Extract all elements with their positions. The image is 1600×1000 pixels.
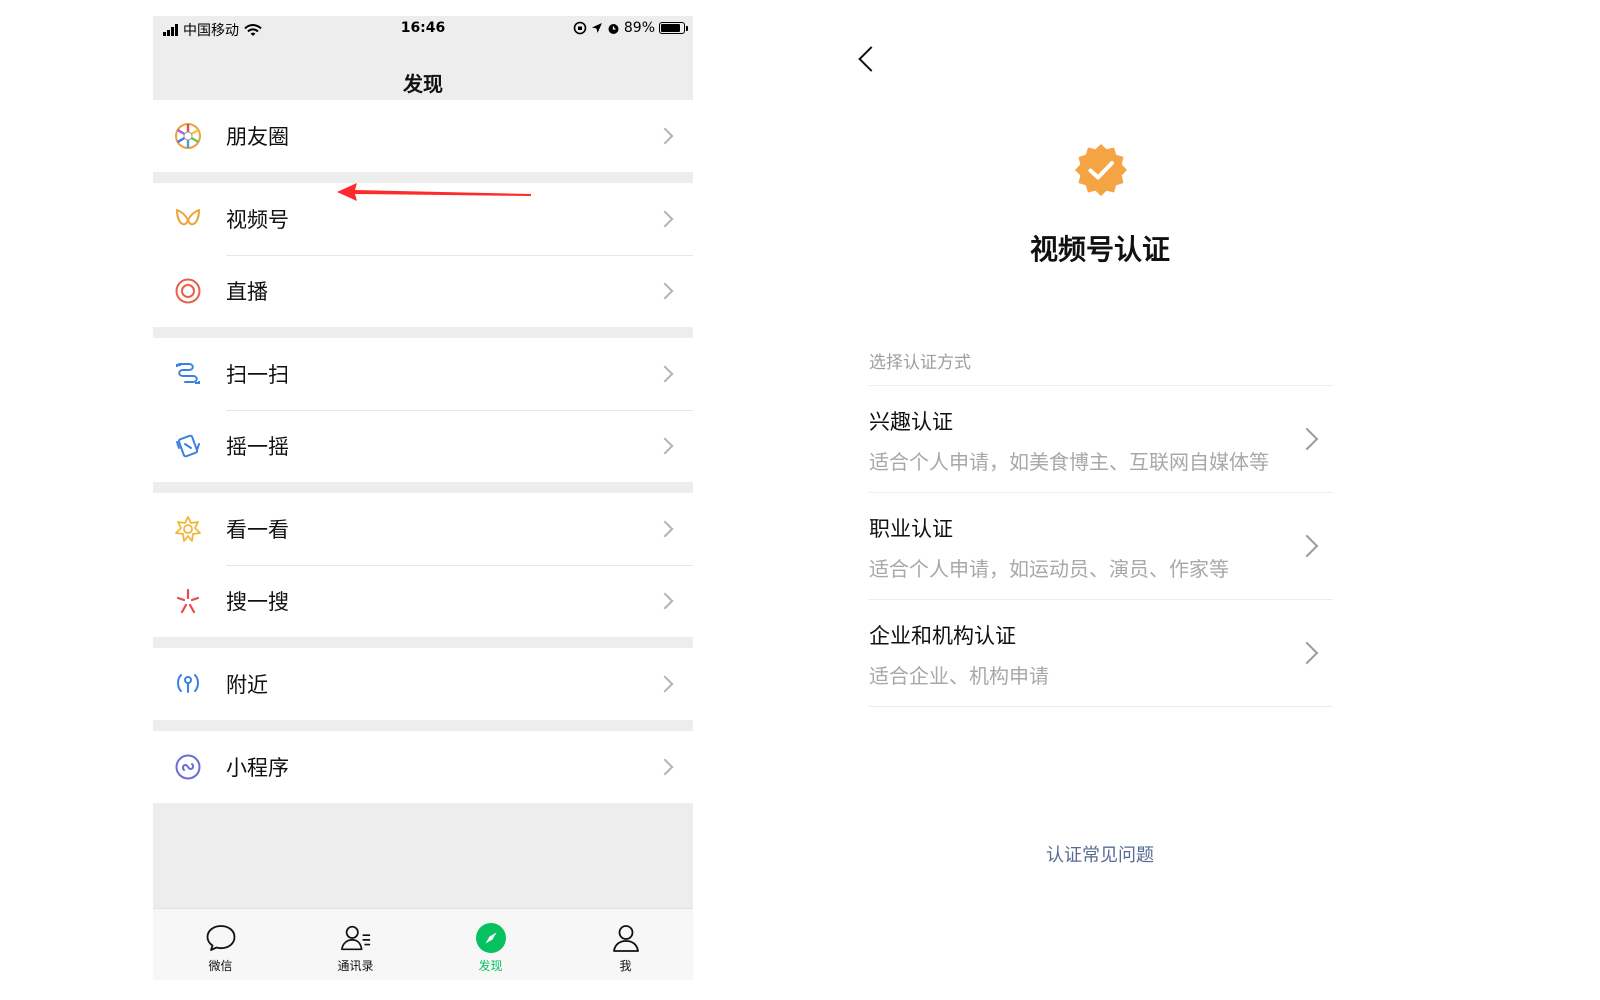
option-desc: 适合个人申请，如美食博主、互联网自媒体等 bbox=[869, 450, 1269, 474]
contacts-icon bbox=[340, 922, 372, 954]
menu-item-shake[interactable]: 摇一摇 bbox=[153, 410, 693, 482]
chevron-right-icon bbox=[656, 210, 674, 228]
chevron-right-icon bbox=[656, 758, 674, 776]
option-title: 企业和机构认证 bbox=[869, 624, 1016, 648]
chevron-right-icon bbox=[656, 127, 674, 145]
discover-screen: 中国移动 16:46 89% 发现 朋友圈 视频号 直播 扫一扫 摇一摇 看一看… bbox=[153, 16, 693, 980]
menu-item-channels[interactable]: 视频号 bbox=[153, 183, 693, 255]
menu-item-label: 小程序 bbox=[226, 756, 289, 780]
battery-icon bbox=[659, 22, 688, 34]
menu-item-label: 摇一摇 bbox=[226, 435, 289, 459]
orientation-lock-icon bbox=[573, 21, 587, 35]
location-icon bbox=[591, 23, 602, 33]
battery-fill bbox=[661, 24, 680, 32]
menu-item-label: 扫一扫 bbox=[226, 363, 289, 387]
faq-link[interactable]: 认证常见问题 bbox=[900, 841, 1300, 867]
menu-item-scan[interactable]: 扫一扫 bbox=[153, 338, 693, 410]
option-professional-verification[interactable]: 职业认证 适合个人申请，如运动员、演员、作家等 bbox=[869, 493, 1333, 600]
menu-item-label: 直播 bbox=[226, 280, 268, 304]
chevron-right-icon bbox=[1295, 427, 1319, 451]
menu-item-label: 视频号 bbox=[226, 208, 289, 232]
tab-label: 微信 bbox=[208, 959, 233, 973]
option-desc: 适合企业、机构申请 bbox=[869, 664, 1049, 688]
shake-icon bbox=[173, 431, 203, 461]
annotation-arrow-icon bbox=[337, 183, 531, 201]
menu-group: 看一看 搜一搜 bbox=[153, 493, 693, 637]
menu-group: 朋友圈 bbox=[153, 100, 693, 172]
menu-item-search[interactable]: 搜一搜 bbox=[153, 565, 693, 637]
menu-item-live[interactable]: 直播 bbox=[153, 255, 693, 327]
section-label: 选择认证方式 bbox=[869, 353, 971, 373]
tab-bar: 微信 通讯录 发现 我 bbox=[153, 908, 693, 980]
option-desc: 适合个人申请，如运动员、演员、作家等 bbox=[869, 557, 1229, 581]
moments-icon bbox=[173, 121, 203, 151]
tab-label: 我 bbox=[619, 959, 632, 973]
menu-group: 小程序 bbox=[153, 731, 693, 803]
chevron-right-icon bbox=[656, 675, 674, 693]
alarm-icon bbox=[608, 23, 619, 34]
chevron-right-icon bbox=[1295, 641, 1319, 665]
verified-badge-icon bbox=[1075, 144, 1127, 196]
menu-item-nearby[interactable]: 附近 bbox=[153, 648, 693, 720]
option-organization-verification[interactable]: 企业和机构认证 适合企业、机构申请 bbox=[869, 600, 1333, 707]
battery-percent: 89% bbox=[623, 20, 655, 36]
tab-label: 发现 bbox=[478, 959, 503, 973]
chevron-right-icon bbox=[656, 282, 674, 300]
menu-item-top-stories[interactable]: 看一看 bbox=[153, 493, 693, 565]
live-icon bbox=[173, 276, 203, 306]
chevron-right-icon bbox=[656, 365, 674, 383]
option-interest-verification[interactable]: 兴趣认证 适合个人申请，如美食博主、互联网自媒体等 bbox=[869, 386, 1333, 493]
discover-menu: 朋友圈 视频号 直播 扫一扫 摇一摇 看一看 搜一搜 附近 小程序 bbox=[153, 100, 693, 814]
tab-me[interactable]: 我 bbox=[558, 909, 693, 980]
menu-item-label: 搜一搜 bbox=[226, 590, 289, 614]
person-icon bbox=[610, 922, 642, 954]
chevron-right-icon bbox=[656, 437, 674, 455]
scan-icon bbox=[173, 359, 203, 389]
top-stories-icon bbox=[173, 514, 203, 544]
mini-programs-icon bbox=[173, 752, 203, 782]
chevron-right-icon bbox=[1295, 534, 1319, 558]
channels-icon bbox=[173, 204, 203, 234]
option-title: 兴趣认证 bbox=[869, 410, 953, 434]
menu-group: 附近 bbox=[153, 648, 693, 720]
tab-chats[interactable]: 微信 bbox=[153, 909, 288, 980]
search-icon bbox=[173, 586, 203, 616]
menu-item-moments[interactable]: 朋友圈 bbox=[153, 100, 693, 172]
tab-label: 通讯录 bbox=[337, 959, 374, 973]
compass-icon bbox=[475, 922, 507, 954]
tab-contacts[interactable]: 通讯录 bbox=[288, 909, 423, 980]
verification-title: 视频号认证 bbox=[1029, 233, 1170, 266]
nearby-icon bbox=[173, 669, 203, 699]
verification-options: 兴趣认证 适合个人申请，如美食博主、互联网自媒体等 职业认证 适合个人申请，如运… bbox=[869, 385, 1333, 707]
menu-item-mini-programs[interactable]: 小程序 bbox=[153, 731, 693, 803]
chevron-right-icon bbox=[656, 592, 674, 610]
menu-item-label: 看一看 bbox=[226, 518, 289, 542]
page-title: 发现 bbox=[403, 72, 443, 96]
menu-item-label: 朋友圈 bbox=[226, 125, 289, 149]
menu-group: 视频号 直播 bbox=[153, 183, 693, 327]
chat-bubble-icon bbox=[205, 922, 237, 954]
back-icon[interactable] bbox=[858, 46, 884, 72]
status-right: 89% bbox=[573, 20, 688, 36]
status-bar: 中国移动 16:46 89% bbox=[153, 16, 693, 40]
chevron-right-icon bbox=[656, 520, 674, 538]
menu-item-label: 附近 bbox=[226, 673, 268, 697]
option-title: 职业认证 bbox=[869, 517, 953, 541]
menu-group: 扫一扫 摇一摇 bbox=[153, 338, 693, 482]
tab-discover[interactable]: 发现 bbox=[423, 909, 558, 980]
